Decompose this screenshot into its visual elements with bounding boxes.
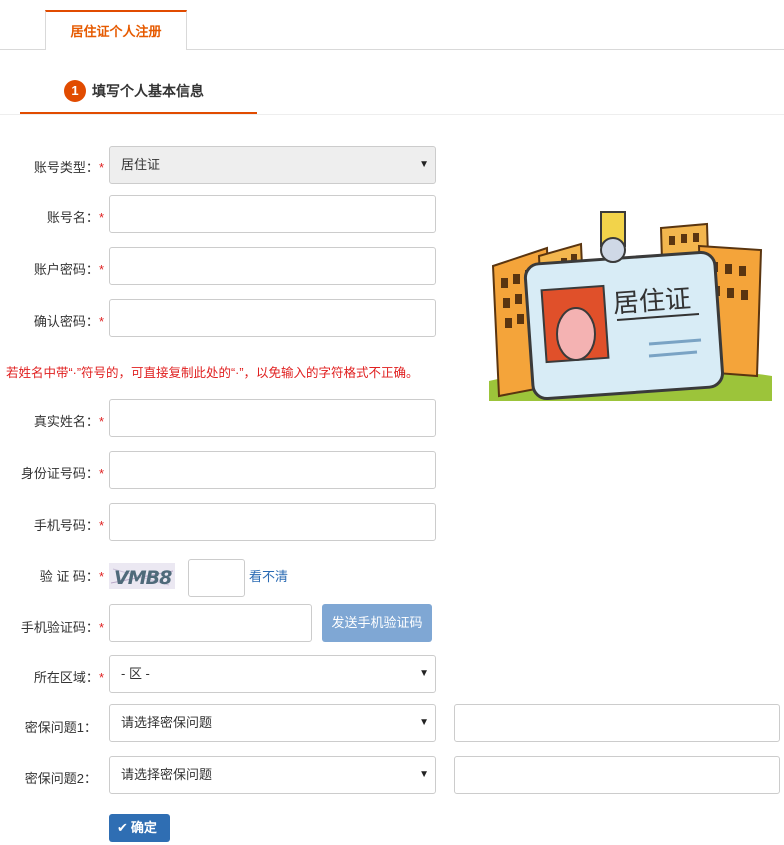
dropdown-arrow-icon: ▼: [419, 668, 429, 679]
real-name-input[interactable]: [109, 399, 436, 437]
required-mark: *: [98, 414, 104, 429]
confirm-button[interactable]: ✔ 确定: [109, 814, 170, 842]
required-mark: *: [98, 466, 104, 481]
name-dot-warning: 若姓名中带“·”符号的，可直接复制此处的“·”，以免输入的字符格式不正确。: [6, 366, 419, 380]
account-type-select[interactable]: 居住证 ▼: [109, 146, 436, 184]
send-sms-code-button[interactable]: 发送手机验证码: [322, 604, 432, 642]
region-select[interactable]: - 区 - ▼: [109, 655, 436, 693]
security-question-1-label: 密保问题1：: [24, 720, 97, 735]
id-number-label: 身份证号码：*: [20, 466, 104, 481]
residence-permit-illustration-graphic: 居住证: [489, 211, 772, 401]
security-question-1-value: 请选择密保问题: [121, 715, 213, 730]
required-mark: *: [98, 569, 104, 584]
sms-code-input[interactable]: [109, 604, 312, 642]
step-number-badge: 1: [64, 80, 86, 102]
account-type-label: 账号类型：*: [33, 160, 104, 175]
password-label: 账户密码：*: [33, 262, 104, 277]
region-value: - 区 -: [121, 666, 150, 681]
captcha-label: 验 证 码：*: [39, 569, 104, 584]
dropdown-arrow-icon: ▼: [419, 159, 429, 170]
step-indicator: 1 填写个人基本信息: [20, 64, 257, 114]
tab-bar: 居住证个人注册: [0, 0, 784, 50]
security-question-1-select[interactable]: 请选择密保问题 ▼: [109, 704, 436, 742]
account-type-value: 居住证: [121, 157, 161, 172]
required-mark: *: [98, 314, 104, 329]
required-mark: *: [98, 620, 104, 635]
phone-label: 手机号码：*: [33, 518, 104, 533]
sms-code-label: 手机验证码：*: [20, 620, 104, 635]
required-mark: *: [98, 518, 104, 533]
illustration-card-text: 居住证: [612, 284, 692, 319]
required-mark: *: [98, 160, 104, 175]
phone-input[interactable]: [109, 503, 436, 541]
id-number-input[interactable]: [109, 451, 436, 489]
required-mark: *: [98, 210, 104, 225]
captcha-image-graphic: VMB8: [109, 563, 175, 589]
residence-permit-illustration: 居住证: [489, 206, 772, 401]
account-name-input[interactable]: [109, 195, 436, 233]
dropdown-arrow-icon: ▼: [419, 769, 429, 780]
security-question-2-label: 密保问题2：: [24, 771, 97, 786]
confirm-button-label: 确定: [130, 820, 157, 835]
security-answer-2-input[interactable]: [454, 756, 780, 794]
confirm-password-label: 确认密码：*: [33, 314, 104, 329]
region-label: 所在区域：*: [33, 670, 104, 685]
captcha-input[interactable]: [188, 559, 245, 597]
account-name-label: 账号名：*: [46, 210, 104, 225]
required-mark: *: [98, 670, 104, 685]
security-question-2-select[interactable]: 请选择密保问题 ▼: [109, 756, 436, 794]
security-question-2-value: 请选择密保问题: [121, 767, 213, 782]
required-mark: *: [98, 262, 104, 277]
security-answer-1-input[interactable]: [454, 704, 780, 742]
tab-residence-permit-registration[interactable]: 居住证个人注册: [45, 10, 187, 50]
checkmark-icon: ✔: [117, 820, 128, 835]
real-name-label: 真实姓名：*: [33, 414, 104, 429]
captcha-image[interactable]: VMB8: [109, 563, 175, 589]
step-label: 填写个人基本信息: [92, 83, 204, 99]
password-input[interactable]: [109, 247, 436, 285]
captcha-text: VMB8: [114, 567, 172, 589]
captcha-refresh-link[interactable]: 看不清: [249, 566, 288, 585]
dropdown-arrow-icon: ▼: [419, 717, 429, 728]
confirm-password-input[interactable]: [109, 299, 436, 337]
step-bar: 1 填写个人基本信息: [0, 64, 784, 115]
